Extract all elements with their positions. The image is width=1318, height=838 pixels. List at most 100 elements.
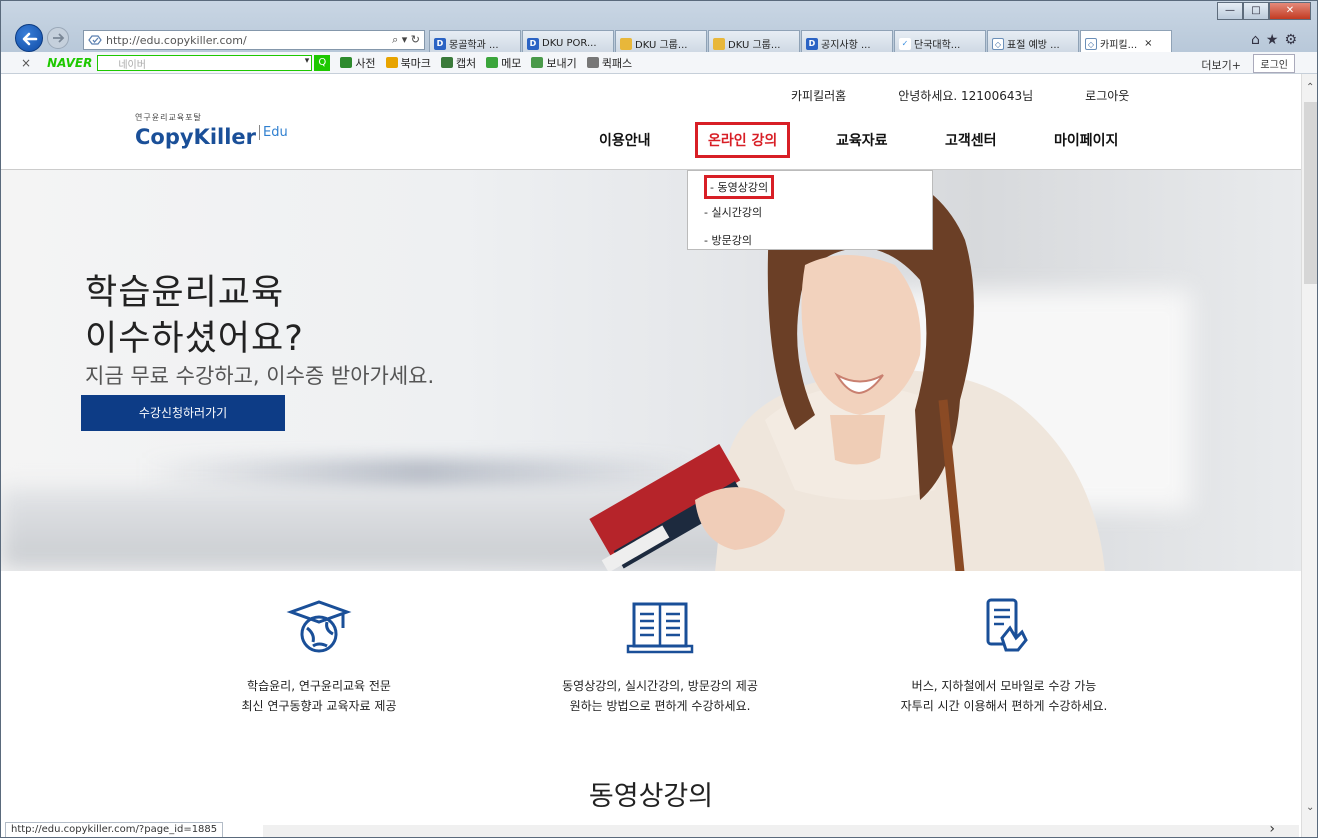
feature-ethics-line1: 학습윤리, 연구윤리교육 전문 (247, 679, 391, 693)
tab-label: DKU POR... (542, 38, 597, 49)
toolbar-item-2[interactable]: 캡처 (440, 55, 476, 71)
nav-item-support[interactable]: 고객센터 (945, 130, 997, 150)
naver-toolbar: × NAVER 네이버 ▾ Q 사전 북마크 캡처 메모 보내기 퀵패스 더보기+ 로그인 (1, 52, 1317, 74)
tab-favicon-icon: ✓ (899, 37, 911, 50)
toolbar-item-icon (586, 57, 599, 68)
nav-item-mypage[interactable]: 마이페이지 (1054, 130, 1118, 150)
dropdown-item-visit-lecture[interactable]: - 방문강의 (704, 232, 752, 248)
tab-label: 단국대학... (914, 40, 961, 51)
util-link-home[interactable]: 카피킬러홈 (791, 87, 846, 104)
feature-mobile-line1: 버스, 지하철에서 모바일로 수강 가능 (911, 679, 1097, 693)
dropdown-item-video-lecture[interactable]: - 동영상강의 (704, 175, 775, 199)
hero-title-line1: 학습윤리교육 (85, 273, 285, 313)
minimize-button[interactable]: — (1217, 2, 1243, 20)
toolbar-item-icon (486, 57, 499, 68)
feature-mobile-line2: 자투리 시간 이용해서 편하게 수강하세요. (900, 699, 1108, 713)
toolbar-item-label: 사전 (355, 56, 376, 70)
site-logo[interactable]: 연구윤리교육포탈 CopyKiller Edu (135, 112, 288, 149)
toolbar-item-icon (531, 57, 544, 68)
search-icon[interactable]: Q (314, 54, 331, 71)
hero-title-line2: 이수하셨어요? (85, 319, 304, 359)
tab-label: DKU 그룹... (635, 40, 688, 51)
toolbar-more[interactable]: 더보기+ (1201, 57, 1241, 73)
scrollbar-thumb[interactable] (1304, 102, 1317, 284)
tab-close-icon[interactable]: × (1144, 38, 1152, 49)
woman-with-books-image (589, 170, 1105, 571)
web-page: 카피킬러홈 안녕하세요. 12100643님 로그아웃 연구윤리교육포탈 Cop… (1, 74, 1301, 837)
toolbar-item-icon (385, 57, 398, 68)
tab-label: 표절 예방 ... (1007, 40, 1060, 51)
toolbar-item-5[interactable]: 퀵패스 (586, 55, 633, 71)
tab-label: DKU 그룹... (728, 40, 781, 51)
dropdown-item-video-label: 동영상강의 (717, 181, 769, 194)
naver-search-input[interactable]: 네이버 ▾ (97, 54, 313, 71)
tab-7[interactable]: ◇ 카피킬... × (1080, 30, 1172, 52)
toolbar-items: 사전 북마크 캡처 메모 보내기 퀵패스 (330, 55, 632, 71)
search-refresh-icon[interactable]: ⌕ ▾ ↻ (392, 33, 420, 47)
dropdown-item-live-label: 실시간강의 (711, 206, 763, 219)
tab-3[interactable]: DKU 그룹... (708, 30, 800, 52)
vertical-scrollbar[interactable]: ⌃ ⌄ (1301, 74, 1317, 837)
util-greeting: 안녕하세요. 12100643님 (898, 89, 1034, 103)
toolbar-item-label: 메모 (501, 56, 522, 70)
util-link-logout[interactable]: 로그아웃 (1085, 87, 1129, 104)
toolbar-item-label: 퀵패스 (601, 56, 633, 70)
toolbar-item-4[interactable]: 보내기 (531, 55, 577, 71)
feature-lecture-types: 동영상강의, 실시간강의, 방문강의 제공 원하는 방법으로 편하게 수강하세요… (495, 594, 825, 716)
nav-item-guide[interactable]: 이용안내 (599, 130, 651, 150)
tab-5[interactable]: ✓ 단국대학... (894, 30, 986, 52)
toolbar-login-button[interactable]: 로그인 (1253, 54, 1295, 73)
tab-label: 카피킬... (1100, 40, 1138, 51)
dropdown-item-live-lecture[interactable]: - 실시간강의 (704, 204, 762, 220)
nav-item-online-lecture[interactable]: 온라인 강의 (695, 122, 791, 158)
tab-favicon-icon (713, 37, 725, 50)
logo-edu-text: Edu (259, 125, 288, 140)
toolbar-item-0[interactable]: 사전 (340, 55, 376, 71)
feature-mobile: 버스, 지하철에서 모바일로 수강 가능 자투리 시간 이용해서 편하게 수강하… (839, 594, 1169, 716)
toolbar-item-icon (440, 57, 453, 68)
online-lecture-dropdown: - 동영상강의 - 실시간강의 - 방문강의 (687, 170, 933, 250)
dropdown-arrow-icon[interactable]: ▾ (305, 56, 310, 66)
naver-search-placeholder: 네이버 (118, 59, 146, 71)
open-book-icon (626, 602, 694, 654)
graduation-globe-icon (286, 600, 352, 653)
toolbar-item-icon (340, 57, 353, 68)
tab-1[interactable]: D DKU POR... (522, 30, 614, 52)
close-button[interactable]: ✕ (1269, 2, 1311, 20)
tab-favicon-icon: ◇ (1085, 37, 1097, 50)
forward-button[interactable] (47, 27, 69, 49)
naver-logo: NAVER (47, 55, 93, 70)
scroll-right-icon[interactable]: › (1269, 821, 1275, 837)
dropdown-item-visit-label: 방문강의 (711, 234, 752, 247)
tab-favicon-icon: ◇ (992, 37, 1004, 50)
home-favorites-settings-icons[interactable]: ⌂★⚙ (1251, 32, 1303, 48)
maximize-button[interactable]: □ (1243, 2, 1269, 20)
tab-2[interactable]: DKU 그룹... (615, 30, 707, 52)
back-button[interactable] (15, 24, 43, 52)
tab-label: 공지사항 ... (821, 40, 871, 51)
logo-subtitle: 연구윤리교육포탈 (135, 113, 202, 122)
feature-lecture-types-line1: 동영상강의, 실시간강의, 방문강의 제공 (562, 679, 758, 693)
enroll-button[interactable]: 수강신청하러가기 (81, 395, 285, 431)
toolbar-item-1[interactable]: 북마크 (385, 55, 431, 71)
tab-favicon-icon: D (434, 37, 446, 50)
browser-window: — □ ✕ http://edu.copykiller.com/ ⌕ ▾ ↻ D… (0, 0, 1318, 838)
status-bar-url: http://edu.copykiller.com/?page_id=1885 (5, 822, 224, 837)
forward-arrow-icon (53, 33, 65, 43)
tab-4[interactable]: D 공지사항 ... (801, 30, 893, 52)
tab-6[interactable]: ◇ 표절 예방 ... (987, 30, 1079, 52)
tab-label: 몽골학과 ... (449, 40, 499, 51)
utility-links: 카피킬러홈 안녕하세요. 12100643님 로그아웃 (791, 87, 1129, 104)
tab-favicon-icon: D (806, 37, 818, 50)
nav-item-materials[interactable]: 교육자료 (836, 130, 888, 150)
tab-favicon-icon (620, 37, 632, 50)
tab-favicon-icon: D (527, 37, 539, 50)
tab-0[interactable]: D 몽골학과 ... (429, 30, 521, 52)
horizontal-scrollbar[interactable]: › (263, 821, 1299, 837)
toolbar-item-3[interactable]: 메모 (486, 55, 521, 71)
address-bar[interactable]: http://edu.copykiller.com/ ⌕ ▾ ↻ (83, 30, 425, 50)
scroll-down-icon[interactable]: ⌄ (1306, 802, 1314, 813)
scroll-up-icon[interactable]: ⌃ (1306, 82, 1314, 93)
toolbar-close-icon[interactable]: × (21, 56, 31, 70)
feature-ethics: 학습윤리, 연구윤리교육 전문 최신 연구동향과 교육자료 제공 (154, 594, 484, 716)
